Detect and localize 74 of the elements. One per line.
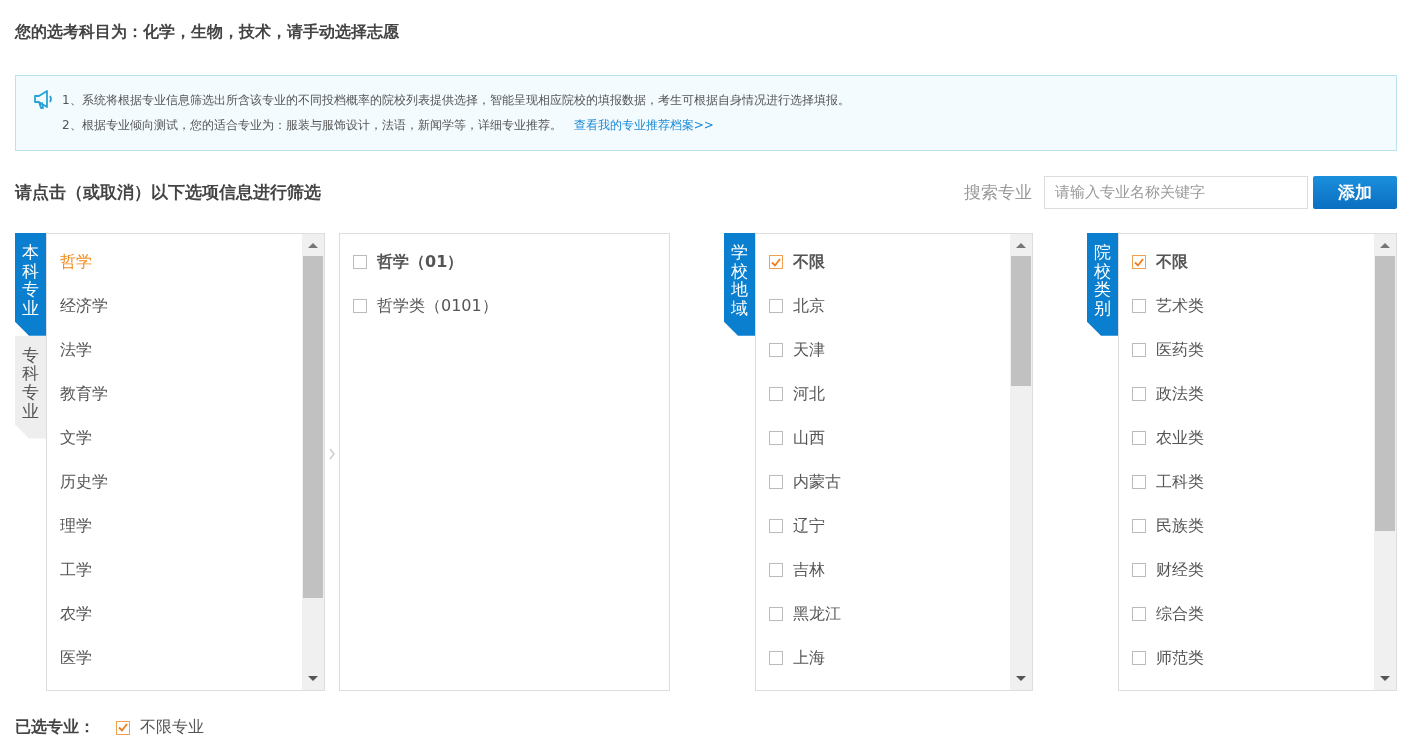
selected-major: 不限专业 <box>140 717 204 738</box>
checkbox[interactable] <box>769 431 783 445</box>
category-item[interactable]: 医学 <box>47 636 302 680</box>
checkbox[interactable] <box>353 299 367 313</box>
checkbox[interactable] <box>769 563 783 577</box>
checkbox[interactable] <box>769 387 783 401</box>
scrollbar[interactable] <box>302 234 324 690</box>
option-label: 民族类 <box>1156 515 1204 537</box>
category-item[interactable]: 文学 <box>47 416 302 460</box>
option-label: 黑龙江 <box>793 603 841 625</box>
checkbox[interactable] <box>1132 255 1146 269</box>
megaphone-icon <box>32 88 54 110</box>
option-label: 河北 <box>793 383 825 405</box>
checkbox[interactable] <box>769 299 783 313</box>
option-label: 政法类 <box>1156 383 1204 405</box>
option-label: 吉林 <box>793 559 825 581</box>
subject-label: 哲学（01） <box>377 251 464 273</box>
scrollbar-thumb[interactable] <box>1375 256 1395 531</box>
search-field[interactable]: 请输入专业名称关键字 <box>1044 175 1308 209</box>
option-label: 艺术类 <box>1156 295 1204 317</box>
option-label: 天津 <box>793 339 825 361</box>
option-label: 不限 <box>793 251 825 273</box>
option-label: 山西 <box>793 427 825 449</box>
option-label: 工科类 <box>1156 471 1204 493</box>
checkbox[interactable] <box>1132 563 1146 577</box>
option-label: 不限 <box>1156 251 1188 273</box>
category-item[interactable]: 历史学 <box>47 460 302 504</box>
checkbox[interactable] <box>1132 651 1146 665</box>
search-label: 搜索专业 <box>964 180 1032 204</box>
option-label: 辽宁 <box>793 515 825 537</box>
checkbox[interactable] <box>353 255 367 269</box>
checkbox[interactable] <box>1132 475 1146 489</box>
option-label: 综合类 <box>1156 603 1204 625</box>
checkbox[interactable] <box>1132 387 1146 401</box>
scrollbar[interactable] <box>1010 234 1032 690</box>
option-label: 上海 <box>793 647 825 669</box>
category-item[interactable]: 农学 <box>47 592 302 636</box>
checkbox[interactable] <box>116 720 130 735</box>
major-tab[interactable]: 本科专业 <box>15 233 46 336</box>
category-item[interactable]: 法学 <box>47 328 302 372</box>
option-label: 内蒙古 <box>793 471 841 493</box>
checkbox[interactable] <box>769 607 783 621</box>
checkbox[interactable] <box>769 519 783 533</box>
checkbox[interactable] <box>1132 431 1146 445</box>
option-label: 北京 <box>793 295 825 317</box>
notice-text: 2、根据专业倾向测试，您的适合专业为：服装与服饰设计，法语，新闻学等，详细专业推荐。 <box>62 117 562 133</box>
checkbox[interactable] <box>769 475 783 489</box>
checkbox[interactable] <box>769 651 783 665</box>
category-item[interactable]: 工学 <box>47 548 302 592</box>
category-item[interactable]: 经济学 <box>47 284 302 328</box>
subject-label: 哲学类（0101） <box>377 295 498 317</box>
checkbox[interactable] <box>769 343 783 357</box>
checkbox[interactable] <box>1132 519 1146 533</box>
checkbox[interactable] <box>1132 343 1146 357</box>
page-title: 您的选考科目为：化学，生物，技术，请手动选择志愿 <box>15 21 400 43</box>
filter-title: 请点击（或取消）以下选项信息进行筛选 <box>15 180 322 204</box>
option-label: 财经类 <box>1156 559 1204 581</box>
scrollbar-thumb[interactable] <box>303 256 323 598</box>
selected-label: 已选专业： <box>15 717 96 738</box>
scrollbar-thumb[interactable] <box>1011 256 1031 386</box>
option-label: 师范类 <box>1156 647 1204 669</box>
notice-text: 1、系统将根据专业信息筛选出所含该专业的不同投档概率的院校列表提供选择，智能呈现相应院校的填报数据，考生可根据自身情况进行选择填报。 <box>62 92 850 108</box>
recommendation-link[interactable]: 查看我的专业推荐档案>> <box>573 117 714 133</box>
option-label: 医药类 <box>1156 339 1204 361</box>
category-item[interactable]: 教育学 <box>47 372 302 416</box>
chevron-right-icon <box>328 448 336 460</box>
major-tab[interactable]: 专科专业 <box>15 335 46 439</box>
add-button[interactable]: 添加 <box>1313 175 1397 209</box>
checkbox[interactable] <box>1132 299 1146 313</box>
category-item[interactable]: 理学 <box>47 504 302 548</box>
option-label: 农业类 <box>1156 427 1204 449</box>
checkbox[interactable] <box>1132 607 1146 621</box>
scrollbar[interactable] <box>1374 234 1396 690</box>
checkbox[interactable] <box>769 255 783 269</box>
